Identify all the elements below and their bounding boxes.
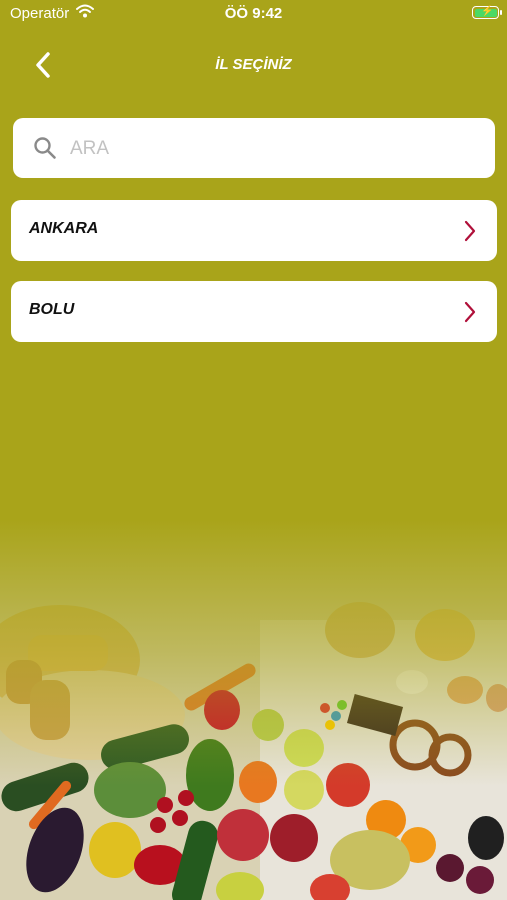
background-produce-image — [0, 520, 507, 900]
page-title: İL SEÇİNİZ — [215, 56, 292, 73]
list-item-bolu[interactable]: BOLU — [11, 281, 497, 342]
search-icon — [34, 137, 56, 159]
search-bar[interactable] — [13, 118, 495, 178]
city-label: BOLU — [29, 301, 75, 318]
navigation-bar: İL SEÇİNİZ — [0, 40, 507, 90]
search-input[interactable] — [68, 128, 472, 170]
status-time: ÖÖ 9:42 — [224, 5, 283, 22]
chevron-right-icon — [464, 301, 476, 323]
list-item-ankara[interactable]: ANKARA — [11, 200, 497, 261]
chevron-right-icon — [464, 220, 476, 242]
battery-icon: ⚡ — [472, 6, 502, 19]
status-bar: Operatör ÖÖ 9:42 ⚡ — [0, 0, 507, 28]
city-label: ANKARA — [29, 220, 99, 237]
